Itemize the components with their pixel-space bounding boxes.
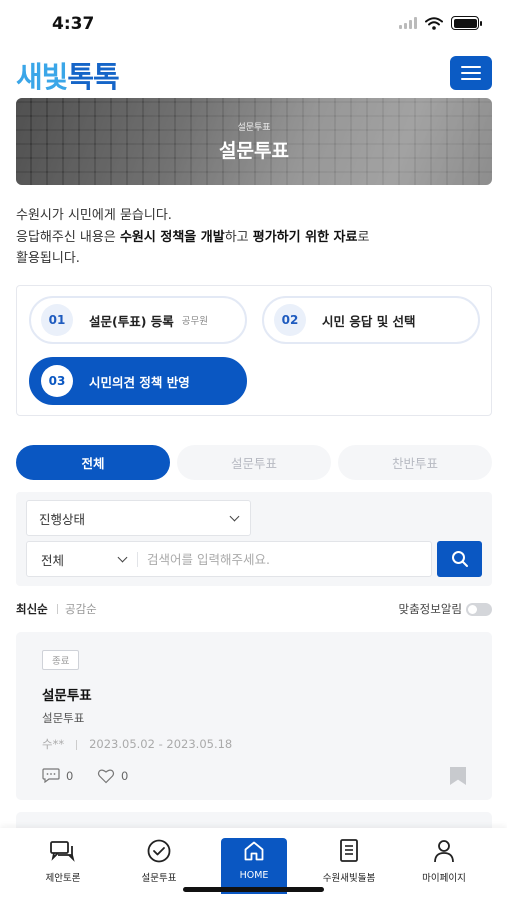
nav-care[interactable]: 수원새빛돌봄 (309, 838, 389, 888)
app-header: 새빛톡톡 (0, 48, 507, 98)
tab-survey[interactable]: 설문투표 (177, 445, 331, 480)
logo[interactable]: 새빛톡톡 (16, 54, 120, 96)
nav-mypage[interactable]: 마이페이지 (404, 838, 484, 888)
nav-label: 제안토론 (45, 873, 81, 884)
step-3: 03 시민의견 정책 반영 (29, 357, 247, 405)
logo-part-2: 톡톡 (67, 60, 119, 94)
alarm-toggle[interactable] (466, 603, 492, 616)
nav-label: 수원새빛돌봄 (322, 873, 376, 884)
page-title: 설문투표 (219, 140, 289, 162)
search-input[interactable] (147, 542, 427, 576)
chevron-down-icon (229, 511, 240, 522)
step-label: 시민 응답 및 선택 (322, 313, 416, 329)
step-1: 01 설문(투표) 등록 공무원 (29, 296, 247, 344)
nav-home[interactable]: HOME (221, 838, 287, 894)
card-category: 설문투표 (42, 711, 85, 725)
document-icon (338, 838, 360, 864)
person-icon (432, 838, 456, 864)
step-number: 02 (274, 304, 306, 336)
nav-label: 설문투표 (141, 873, 177, 884)
menu-icon (461, 66, 481, 68)
nav-label: HOME (239, 870, 269, 881)
card-author: 수** (42, 737, 65, 751)
intro-line-3: 활용됩니다. (16, 251, 80, 266)
check-circle-icon (146, 838, 172, 864)
status-select[interactable]: 진행상태 (26, 500, 251, 536)
tab-all[interactable]: 전체 (16, 445, 170, 480)
intro-line-1: 수원시가 시민에게 묻습니다. (16, 208, 172, 223)
search-icon (451, 551, 468, 567)
status-badge: 종료 (42, 650, 80, 670)
status-icons (399, 16, 482, 30)
signal-icon (399, 17, 417, 29)
hamburger-menu-button[interactable] (450, 56, 492, 90)
card-title: 설문투표 (42, 688, 92, 704)
wifi-icon (425, 16, 443, 30)
step-2: 02 시민 응답 및 선택 (262, 296, 480, 344)
sort-latest[interactable]: 최신순 (16, 601, 48, 617)
heart-icon (97, 769, 115, 784)
battery-icon (451, 16, 482, 30)
chevron-down-icon (117, 552, 128, 563)
search-scope-value: 전체 (41, 552, 65, 568)
process-steps: 01 설문(투표) 등록 공무원 02 시민 응답 및 선택 03 시민의견 정… (16, 285, 492, 416)
search-bar: 전체 (26, 541, 432, 577)
step-number: 03 (41, 365, 73, 397)
filter-panel: 진행상태 전체 (16, 492, 492, 586)
step-role: 공무원 (181, 316, 209, 327)
bookmark-icon[interactable] (450, 767, 466, 785)
nav-discussion[interactable]: 제안토론 (23, 838, 103, 888)
like-count: 0 (121, 769, 129, 783)
discussion-icon (49, 838, 77, 864)
category-tabs: 전체 설문투표 찬반투표 (16, 445, 492, 480)
sort-empathy[interactable]: 공감순 (65, 601, 97, 617)
card-footer: 0 0 (42, 767, 466, 785)
intro-line-2: 응답해주신 내용은 수원시 정책을 개발하고 평가하기 위한 자료로 (16, 229, 370, 245)
step-label: 시민의견 정책 반영 (89, 374, 190, 390)
step-label: 설문(투표) 등록 (89, 313, 174, 329)
survey-card[interactable]: 종료 설문투표 설문투표 수** 2023.05.02 - 2023.05.18 … (16, 632, 492, 800)
page-banner: 설문투표 설문투표 (16, 98, 492, 185)
banner-subtitle: 설문투표 (237, 123, 271, 133)
card-period: 2023.05.02 - 2023.05.18 (89, 737, 233, 751)
home-indicator (183, 887, 324, 892)
comment-icon (42, 768, 60, 783)
nav-label: 마이페이지 (422, 873, 466, 884)
home-icon (242, 838, 266, 864)
status-time: 4:37 (52, 14, 95, 34)
status-bar: 4:37 (0, 0, 507, 48)
intro-text: 수원시가 시민에게 묻습니다. 응답해주신 내용은 수원시 정책을 개발하고 평… (16, 205, 492, 270)
alarm-label: 맞춤정보알림 (398, 602, 462, 616)
sort-options: 최신순 공감순 맞춤정보알림 (16, 600, 492, 618)
logo-part-1: 새빛 (16, 60, 68, 94)
comment-count: 0 (66, 769, 74, 783)
status-select-value: 진행상태 (39, 511, 86, 527)
step-number: 01 (41, 304, 73, 336)
search-scope-select[interactable]: 전체 (27, 542, 137, 576)
nav-survey[interactable]: 설문투표 (119, 838, 199, 888)
search-button[interactable] (437, 541, 482, 577)
tab-pros-cons[interactable]: 찬반투표 (338, 445, 492, 480)
card-meta: 수** 2023.05.02 - 2023.05.18 (42, 736, 232, 752)
